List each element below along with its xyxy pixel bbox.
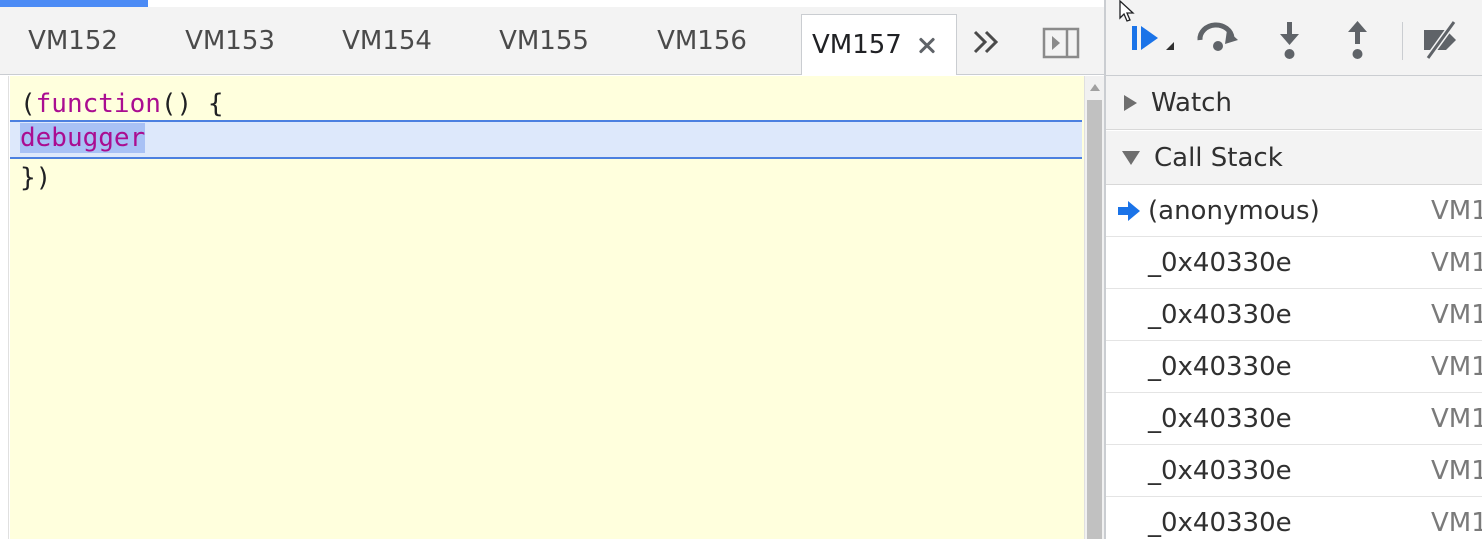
frame-function-name: _0x40330e	[1148, 248, 1292, 278]
code-line-1[interactable]: (function() {	[10, 86, 1082, 123]
chevron-double-right-icon[interactable]	[966, 24, 1010, 60]
frame-location[interactable]: VM157	[1431, 445, 1482, 497]
call-stack-section-header[interactable]: Call Stack	[1106, 131, 1482, 185]
call-stack-row[interactable]: _0x40330e VM157	[1106, 341, 1482, 393]
toggle-sidebar-icon[interactable]	[1040, 26, 1084, 62]
frame-function-name: _0x40330e	[1148, 300, 1292, 330]
tab-vm152[interactable]: VM152	[0, 7, 146, 75]
debugger-toolbar	[1106, 0, 1482, 76]
frame-location[interactable]: VM157	[1431, 237, 1482, 289]
frame-location[interactable]: VM157	[1431, 289, 1482, 341]
code-token: () {	[160, 89, 224, 119]
deactivate-breakpoints-icon[interactable]	[1416, 16, 1464, 64]
editor-area: VM152 VM153 VM154 VM155 VM156 VM157 (fun…	[0, 0, 1104, 539]
devtools-sources-panel: VM152 VM153 VM154 VM155 VM156 VM157 (fun…	[0, 0, 1482, 539]
frame-location[interactable]: VM157	[1431, 393, 1482, 445]
vertical-scrollbar[interactable]	[1084, 76, 1104, 539]
step-over-icon[interactable]	[1194, 16, 1242, 64]
tab-vm156[interactable]: VM156	[629, 7, 775, 75]
tab-vm153[interactable]: VM153	[157, 7, 303, 75]
code-line-3[interactable]: })	[10, 160, 1082, 197]
tab-vm154[interactable]: VM154	[314, 7, 460, 75]
step-out-icon[interactable]	[1334, 16, 1382, 64]
tab-label: VM157	[812, 30, 902, 60]
toolbar-separator	[1402, 22, 1403, 60]
call-stack-row[interactable]: _0x40330e VM157	[1106, 289, 1482, 341]
frame-function-name: _0x40330e	[1148, 404, 1292, 434]
expand-triangle-icon	[1124, 94, 1137, 111]
code-token: (	[20, 89, 36, 119]
frame-function-name: _0x40330e	[1148, 508, 1292, 538]
tab-label: VM152	[28, 26, 118, 56]
scrollbar-thumb[interactable]	[1087, 100, 1102, 539]
selected-keyword-token: debugger	[20, 123, 146, 153]
watch-section-header[interactable]: Watch	[1106, 76, 1482, 130]
tab-label: VM154	[342, 26, 432, 56]
step-into-icon[interactable]	[1266, 16, 1314, 64]
frame-function-name: (anonymous)	[1148, 196, 1320, 226]
current-frame-arrow-icon	[1118, 201, 1140, 221]
frame-function-name: _0x40330e	[1148, 352, 1292, 382]
current-execution-line[interactable]: debugger	[10, 120, 1082, 159]
frame-location[interactable]: VM157	[1431, 497, 1482, 539]
frame-location[interactable]: VM157	[1431, 185, 1482, 237]
debugger-sidebar: Watch Call Stack (anonymous) VM157 _0x40…	[1104, 0, 1482, 539]
call-stack-row[interactable]: _0x40330e VM157	[1106, 497, 1482, 539]
call-stack-row[interactable]: _0x40330e VM157	[1106, 237, 1482, 289]
code-token: })	[20, 163, 52, 193]
frame-location[interactable]: VM157	[1431, 341, 1482, 393]
keyword-token: function	[35, 89, 161, 119]
collapse-triangle-icon	[1122, 150, 1140, 165]
loading-progress-bar	[0, 0, 148, 7]
call-stack-label: Call Stack	[1154, 142, 1283, 173]
code-editor: (function() { debugger })	[0, 76, 1104, 539]
frame-function-name: _0x40330e	[1148, 456, 1292, 486]
watch-label: Watch	[1151, 87, 1232, 118]
tab-vm157[interactable]: VM157	[801, 14, 957, 75]
code-content[interactable]: (function() { debugger })	[10, 76, 1084, 539]
tab-label: VM153	[185, 26, 275, 56]
call-stack-row[interactable]: (anonymous) VM157	[1106, 185, 1482, 237]
call-stack-row[interactable]: _0x40330e VM157	[1106, 445, 1482, 497]
editor-tab-bar: VM152 VM153 VM154 VM155 VM156 VM157	[0, 7, 1104, 75]
line-gutter	[0, 76, 9, 539]
tab-label: VM156	[657, 26, 747, 56]
scroll-up-arrow-icon[interactable]	[1090, 84, 1100, 91]
call-stack-row[interactable]: _0x40330e VM157	[1106, 393, 1482, 445]
resume-icon[interactable]	[1126, 16, 1174, 64]
tab-vm155[interactable]: VM155	[471, 7, 617, 75]
tab-label: VM155	[499, 26, 589, 56]
close-icon[interactable]	[916, 34, 938, 56]
